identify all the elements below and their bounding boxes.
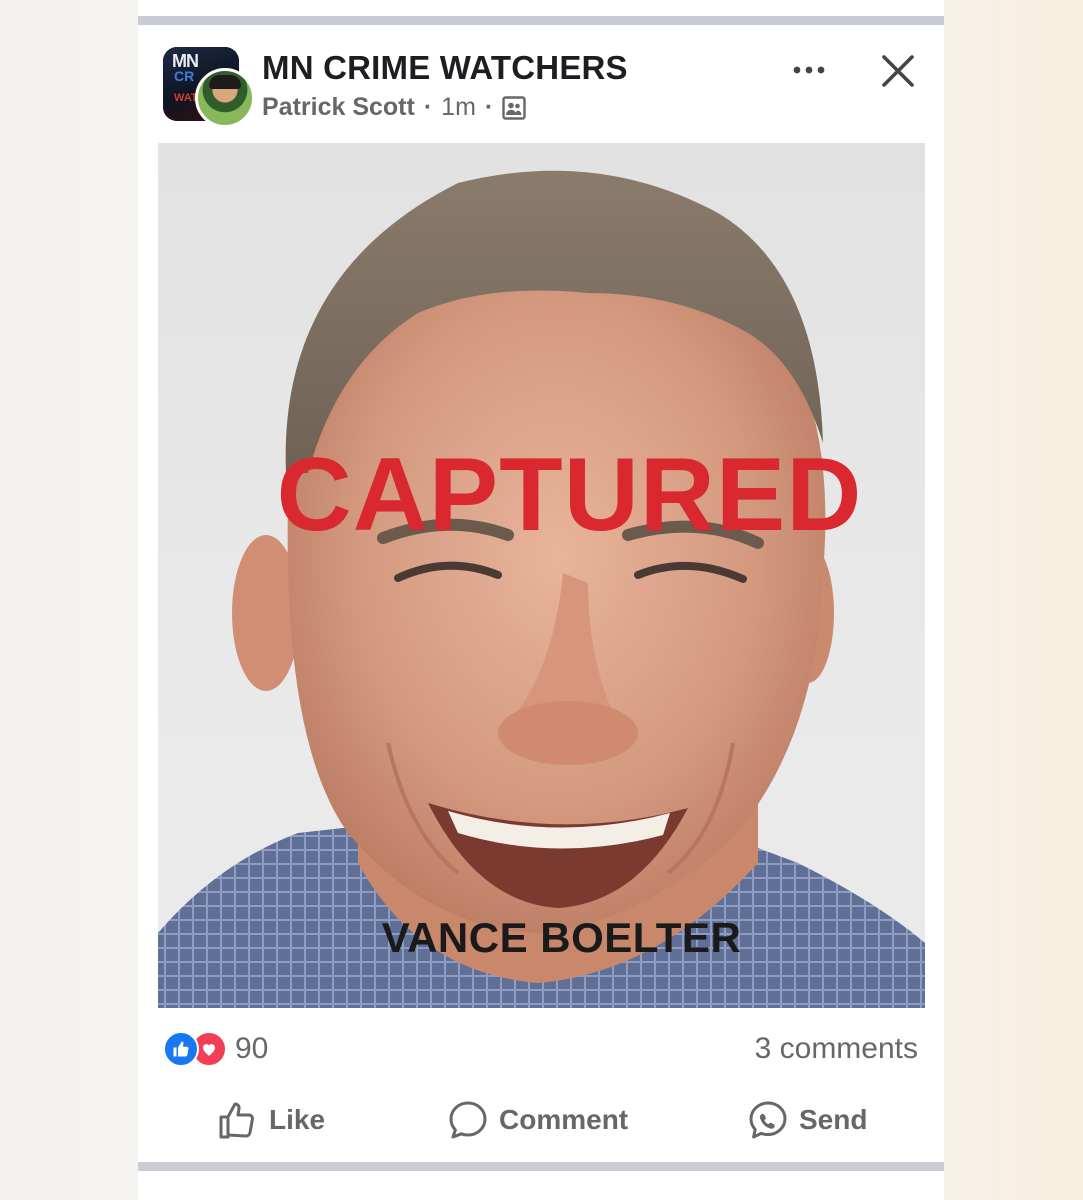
group-members-icon — [502, 95, 526, 120]
post-meta: Patrick Scott · 1m · — [262, 93, 526, 122]
thumbs-up-icon — [219, 1102, 254, 1139]
post-photo[interactable]: CAPTURED VANCE BOELTER — [158, 143, 925, 1008]
post-header: MN CR WAT MN CRIME WATCHERS Patrick Scot… — [138, 25, 944, 142]
suspect-name-text: VANCE BOELTER — [381, 914, 742, 961]
more-options-icon[interactable] — [790, 55, 828, 85]
like-button-label: Like — [269, 1104, 326, 1135]
comment-bubble-icon — [449, 1101, 487, 1139]
meta-separator: · — [484, 93, 494, 121]
captured-overlay-text: CAPTURED — [276, 437, 863, 553]
like-reaction-icon — [163, 1031, 199, 1067]
comment-button[interactable]: Comment — [447, 1099, 628, 1141]
post-divider-bottom — [138, 1162, 944, 1171]
author-name-link[interactable]: Patrick Scott — [262, 93, 415, 122]
like-button[interactable]: Like — [217, 1099, 325, 1141]
portrait-illustration — [158, 170, 925, 1008]
close-icon[interactable] — [879, 52, 917, 90]
author-avatar[interactable] — [195, 68, 255, 128]
post-actions-bar: Like Comment Send — [138, 1095, 944, 1151]
next-post-preview — [138, 1180, 944, 1200]
meta-separator: · — [423, 93, 433, 121]
send-button[interactable]: Send — [747, 1099, 867, 1141]
post-stats: 90 3 comments — [138, 1028, 944, 1073]
feed-column: MN CR WAT MN CRIME WATCHERS Patrick Scot… — [138, 0, 944, 1200]
reactions-summary[interactable]: 90 — [163, 1031, 268, 1067]
send-button-label: Send — [799, 1104, 868, 1135]
comment-button-label: Comment — [499, 1104, 629, 1135]
post-divider-top — [138, 16, 944, 25]
messenger-icon — [749, 1101, 787, 1139]
avatar-logo-text-2: CR — [174, 68, 195, 84]
group-name-link[interactable]: MN CRIME WATCHERS — [262, 49, 628, 87]
reaction-count: 90 — [235, 1032, 269, 1065]
comments-count-link[interactable]: 3 comments — [755, 1032, 918, 1066]
post-timestamp[interactable]: 1m — [441, 93, 476, 122]
